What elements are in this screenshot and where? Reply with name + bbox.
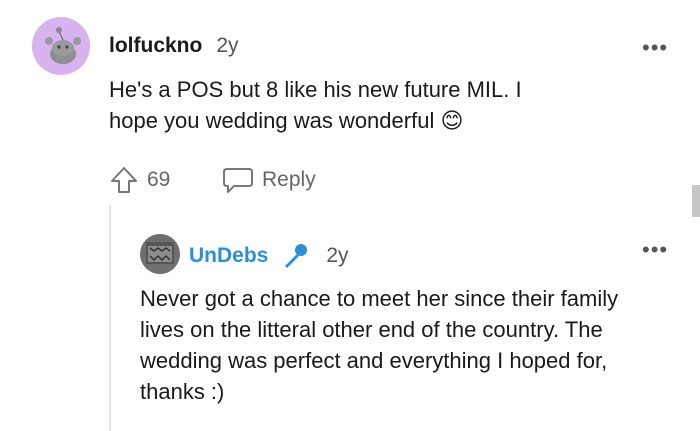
- avatar[interactable]: [32, 17, 90, 75]
- reply-header: UnDebs 2y: [189, 241, 349, 271]
- reply-button[interactable]: Reply: [222, 165, 316, 195]
- comment-username[interactable]: lolfuckno: [109, 34, 202, 58]
- comment-header: lolfuckno 2y: [109, 34, 239, 58]
- more-options-icon[interactable]: •••: [642, 35, 668, 61]
- smile-emoji-icon: 😊: [440, 108, 464, 133]
- upvote-button[interactable]: 69: [109, 165, 170, 195]
- thread-line[interactable]: [109, 205, 111, 431]
- reply-label: Reply: [262, 168, 316, 191]
- snoo-avatar-icon: [32, 17, 90, 75]
- avatar-image-icon: [140, 234, 180, 274]
- reply-avatar[interactable]: [140, 234, 180, 274]
- microphone-icon: [285, 244, 308, 268]
- reply-username[interactable]: UnDebs: [189, 244, 268, 268]
- reply-more-options-icon[interactable]: •••: [642, 237, 668, 263]
- speech-bubble-icon: [223, 168, 253, 193]
- comment-body: He's a POS but 8 like his new future MIL…: [109, 74, 569, 136]
- scrollbar[interactable]: [692, 185, 700, 217]
- comment-age: 2y: [216, 34, 239, 57]
- upvote-icon: [111, 167, 137, 193]
- reply-body: Never got a chance to meet her since the…: [140, 286, 619, 404]
- upvote-count: 69: [147, 168, 171, 191]
- reply-age: 2y: [326, 244, 349, 267]
